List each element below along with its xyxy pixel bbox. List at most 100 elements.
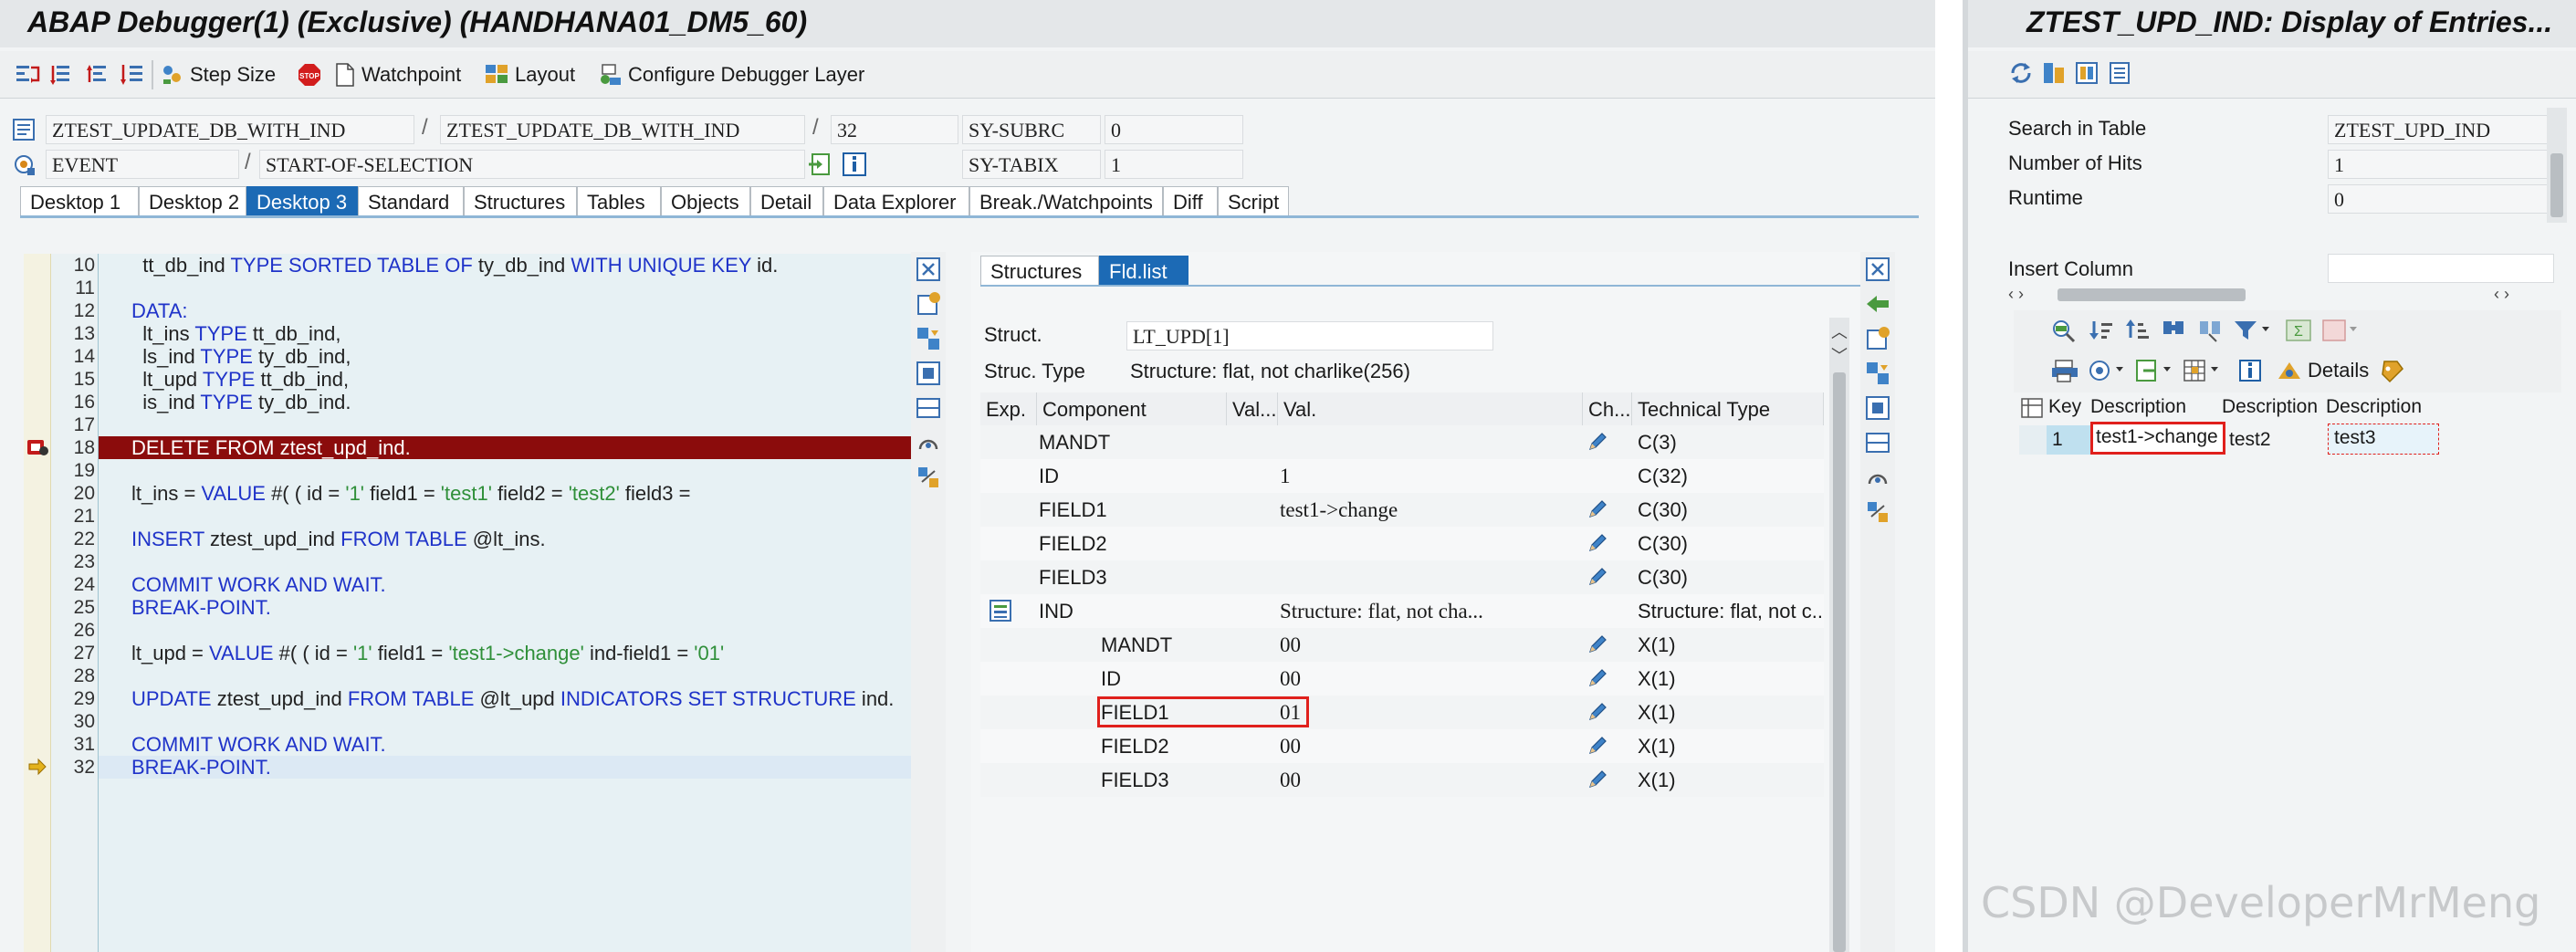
field-value[interactable]: 00 [1280, 729, 1579, 763]
tab-diff[interactable]: Diff [1163, 186, 1218, 217]
scroll-up-icon[interactable]: ︿ [1829, 319, 1849, 341]
pencil-icon[interactable] [1586, 701, 1608, 723]
select-all-icon[interactable] [2019, 396, 2045, 420]
col-header-component[interactable]: Component [1037, 392, 1227, 425]
services-panel-icon[interactable] [1864, 464, 1891, 491]
step-size-button[interactable]: Step Size [161, 60, 276, 89]
list-icon[interactable] [2107, 60, 2132, 86]
tab-break-watchpoints[interactable]: Break./Watchpoints [969, 186, 1163, 217]
close-icon[interactable] [915, 256, 942, 283]
layout-button[interactable]: Layout [484, 60, 575, 89]
code-line[interactable]: COMMIT WORK AND WAIT. [99, 733, 913, 756]
info-icon[interactable] [842, 152, 867, 177]
struct-input[interactable]: LT_UPD[1] [1126, 321, 1493, 350]
maximize-icon[interactable] [915, 360, 942, 387]
code-line[interactable]: ls_ind TYPE ty_db_ind, [99, 345, 913, 368]
tab-script[interactable]: Script [1218, 186, 1289, 217]
col-header-change[interactable]: Ch... [1583, 392, 1632, 425]
configure-layer-button[interactable]: Configure Debugger Layer [597, 60, 864, 89]
back-arrow-icon[interactable] [1864, 290, 1891, 318]
horizontal-scroll-thumb[interactable] [2058, 288, 2246, 301]
code-line[interactable] [99, 710, 913, 733]
pencil-icon[interactable] [1586, 769, 1608, 790]
scroll-page-icon[interactable]: ‹ › [2494, 285, 2539, 305]
grid-header-description-3[interactable]: Description [2326, 396, 2435, 424]
col-header-exp[interactable]: Exp. [980, 392, 1037, 425]
code-line[interactable] [99, 277, 913, 299]
code-line[interactable] [99, 459, 913, 482]
header-scroll-thumb[interactable] [2550, 153, 2563, 217]
step-return-icon[interactable] [84, 60, 111, 89]
pencil-icon[interactable] [1586, 735, 1608, 757]
program-field[interactable]: ZTEST_UPDATE_DB_WITH_IND [46, 115, 414, 144]
swap-icon[interactable] [915, 394, 942, 422]
tab-fld-structures[interactable]: Structures [980, 256, 1099, 287]
field-value[interactable]: 00 [1280, 763, 1579, 797]
code-line[interactable] [99, 413, 913, 436]
tab-detail[interactable]: Detail [750, 186, 823, 217]
code-line[interactable]: DATA: [99, 299, 913, 322]
pencil-icon[interactable] [1586, 633, 1608, 655]
code-line[interactable] [99, 619, 913, 642]
search-table-value[interactable]: ZTEST_UPD_IND [2328, 115, 2554, 144]
replace-tool-icon[interactable] [915, 325, 942, 352]
pencil-icon[interactable] [1586, 532, 1608, 554]
find-icon[interactable] [2160, 318, 2189, 343]
navigate-icon[interactable] [807, 152, 834, 177]
tab-tables[interactable]: Tables [577, 186, 661, 217]
include-field[interactable]: ZTEST_UPDATE_DB_WITH_IND [440, 115, 805, 144]
tab-desktop-2[interactable]: Desktop 2 [139, 186, 246, 217]
tabix-value[interactable]: 1 [1105, 150, 1243, 179]
view-icon[interactable] [2087, 358, 2125, 383]
field-value[interactable] [1280, 527, 1579, 560]
pencil-icon[interactable] [1586, 498, 1608, 520]
code-line[interactable]: tt_db_ind TYPE SORTED TABLE OF ty_db_ind… [99, 254, 913, 277]
grid-cell-description-1[interactable]: test1->change [2090, 422, 2225, 455]
code-line[interactable] [99, 664, 913, 687]
field-value[interactable]: 00 [1280, 628, 1579, 662]
code-line[interactable]: is_ind TYPE ty_db_ind. [99, 391, 913, 413]
event-field[interactable]: START-OF-SELECTION [259, 150, 805, 179]
close-panel-icon[interactable] [1864, 256, 1891, 283]
grid-header-key[interactable]: Key [2048, 396, 2087, 424]
alv-info-icon[interactable] [2236, 358, 2266, 383]
code-line[interactable]: UPDATE ztest_upd_ind FROM TABLE @lt_upd … [99, 687, 913, 710]
tab-desktop-3[interactable]: Desktop 3 [246, 186, 358, 217]
code-line[interactable]: BREAK-POINT. [99, 756, 913, 779]
settings-panel-icon[interactable] [1864, 498, 1891, 526]
tab-standard[interactable]: Standard [358, 186, 464, 217]
filter-icon[interactable] [2233, 318, 2271, 343]
step-into-icon[interactable] [15, 60, 42, 89]
col-header-technical-type[interactable]: Technical Type [1632, 392, 1824, 425]
field-value[interactable] [1280, 425, 1579, 459]
line-number-field[interactable]: 32 [831, 115, 958, 144]
refresh-icon[interactable] [2008, 60, 2034, 86]
grid-header-description-1[interactable]: Description [2090, 396, 2218, 424]
maximize-panel-icon[interactable] [1864, 394, 1891, 422]
subrc-value[interactable]: 0 [1105, 115, 1243, 144]
replace-panel-tool-icon[interactable] [1864, 360, 1891, 387]
settings-icon[interactable] [915, 464, 942, 491]
subtotal-icon[interactable] [2320, 318, 2359, 343]
code-line[interactable] [99, 550, 913, 573]
code-line[interactable]: INSERT ztest_upd_ind FROM TABLE @lt_ins. [99, 528, 913, 550]
expand-structure-icon[interactable] [988, 598, 1013, 623]
swap-panel-icon[interactable] [1864, 429, 1891, 456]
field-value[interactable]: test1->change [1280, 493, 1579, 527]
field-value[interactable]: 01 [1280, 696, 1579, 729]
tab-objects[interactable]: Objects [661, 186, 750, 217]
scroll-left-right-icon[interactable]: ‹ › [2008, 285, 2045, 305]
details-button[interactable]: Details [2277, 356, 2369, 385]
sum-icon[interactable]: Σ [2284, 318, 2313, 343]
grid-header-description-2[interactable]: Description [2222, 396, 2324, 424]
pencil-icon[interactable] [1586, 566, 1608, 588]
grid-cell-description-3[interactable]: test3 [2328, 424, 2439, 455]
services-icon[interactable] [915, 429, 942, 456]
col-header-val[interactable]: Val. [1278, 392, 1583, 425]
sort-ascending-icon[interactable] [2087, 318, 2116, 343]
watchpoint-button[interactable]: Watchpoint [334, 60, 461, 89]
field-value[interactable] [1280, 560, 1579, 594]
tab-data-explorer[interactable]: Data Explorer [823, 186, 969, 217]
runtime-value[interactable]: 0 [2328, 184, 2554, 214]
hits-value[interactable]: 1 [2328, 150, 2554, 179]
